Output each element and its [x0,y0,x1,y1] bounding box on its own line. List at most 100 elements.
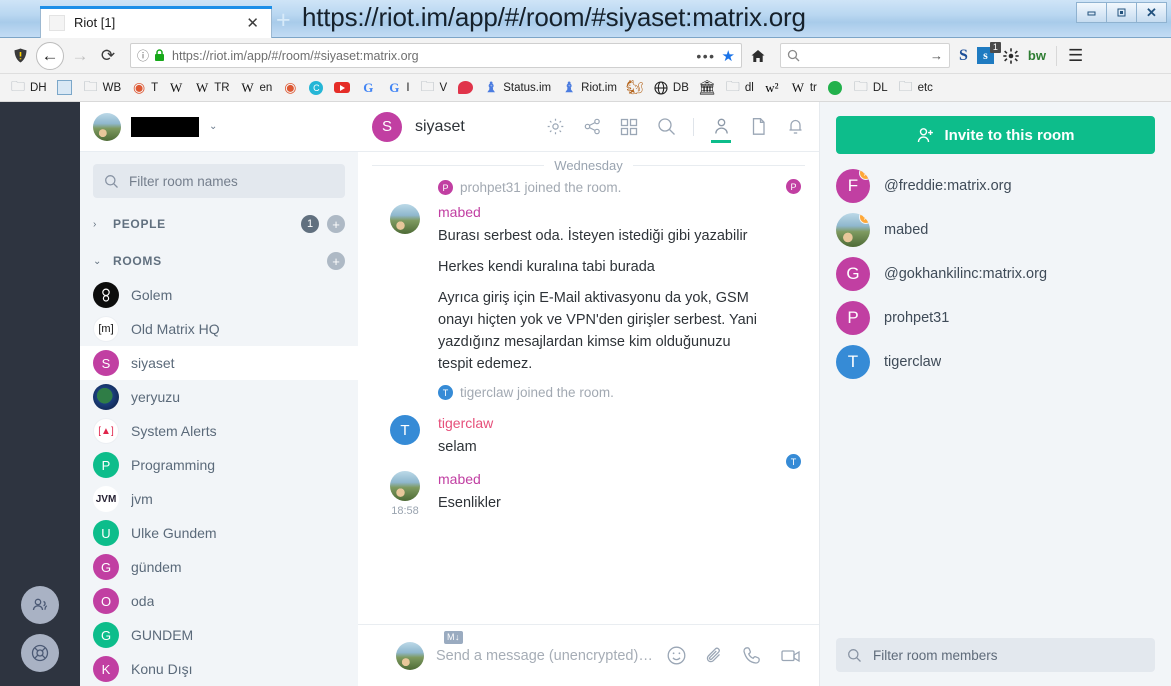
sidebar-item-programming[interactable]: P Programming [80,448,358,482]
sidebar-section-people[interactable]: › PEOPLE 1 + [80,204,358,241]
attachment-icon[interactable] [704,645,725,666]
user-menu[interactable]: ⌄ [80,102,358,152]
sidebar-item-old-matrix-hq[interactable]: [m] Old Matrix HQ [80,312,358,346]
bookmark-item[interactable]: 🗀 V [416,78,452,98]
bookmark-item[interactable]: W TR [190,78,233,98]
room-filter-input[interactable]: Filter room names [93,164,345,198]
sidebar-item-system-alerts[interactable]: [▲] System Alerts [80,414,358,448]
sidebar-item-konu-disi[interactable]: K Konu Dışı [80,652,358,686]
bookmark-item[interactable]: 🐿 [623,78,647,98]
sidebar-item-jvm[interactable]: JVM jvm [80,482,358,516]
tab-close-icon[interactable]: ✕ [242,14,263,32]
page-actions-button[interactable]: ••• [690,48,721,64]
bookmark-item[interactable]: W [164,78,188,98]
close-button[interactable]: ✕ [1136,2,1167,23]
new-tab-button[interactable]: + [276,8,291,33]
bookmark-item[interactable]: 🏛 [695,78,719,98]
bookmark-item[interactable]: ◉ T [127,78,162,98]
sidebar-item-ulke-gundem[interactable]: U Ulke Gundem [80,516,358,550]
sidebar-item-gundem-lower[interactable]: G gündem [80,550,358,584]
bookmark-item[interactable]: 🗀 DL [849,78,892,98]
message-input-placeholder[interactable]: Send a message (unencrypted)… [436,648,654,664]
add-room-button[interactable]: + [327,252,345,270]
search-submit-icon[interactable]: → [930,48,943,63]
bookmark-item[interactable]: G [356,78,380,98]
member-list-item[interactable]: T tigerclaw [836,340,1155,384]
forward-button[interactable]: → [66,42,94,70]
member-filter-input[interactable]: Filter room members [836,638,1155,672]
sender-avatar[interactable] [390,471,420,501]
maximize-button[interactable] [1106,2,1137,23]
rooms-scroll-area[interactable]: Golem [m] Old Matrix HQ S siyaset yeryuz… [80,278,358,686]
room-avatar[interactable]: S [372,111,402,142]
back-button[interactable]: ← [36,41,64,70]
sidebar-item-oda[interactable]: O oda [80,584,358,618]
search-icon[interactable] [656,117,676,137]
member-list-item[interactable]: P prohpet31 [836,296,1155,340]
member-list-item[interactable]: F ★ @freddie:matrix.org [836,164,1155,208]
bookmark-item[interactable] [330,78,354,98]
bookmark-item[interactable] [453,78,477,98]
sender-avatar[interactable] [390,204,420,234]
chevron-right-icon[interactable]: › [93,219,105,230]
bookmark-star-icon[interactable]: ★ [722,47,735,65]
video-call-icon[interactable] [780,645,803,666]
skype-badge-extension-icon[interactable]: s 1 [976,42,1001,64]
browser-tab-riot[interactable]: Riot [1] ✕ [40,6,272,38]
bookmark-item[interactable]: DB [649,78,693,98]
read-receipt-avatar[interactable]: P [786,179,801,194]
bookmark-item[interactable]: ◉ [278,78,302,98]
files-icon[interactable] [748,117,768,137]
gear-icon[interactable] [1003,47,1019,64]
group-people-button[interactable] [21,586,59,624]
group-settings-button[interactable] [21,634,59,672]
reload-button[interactable]: ⟳ [94,42,122,70]
sidebar-section-rooms[interactable]: ⌄ ROOMS + [80,241,358,278]
bookmark-item[interactable]: w² [760,78,784,98]
apps-icon[interactable] [619,117,639,137]
sidebar-item-siyaset[interactable]: S siyaset [80,346,358,380]
invite-to-room-button[interactable]: Invite to this room [836,116,1155,154]
message-timeline[interactable]: Wednesday P prohpet31 joined the room. P [358,152,819,624]
bookmark-item[interactable]: C [304,78,328,98]
member-list[interactable]: F ★ @freddie:matrix.org ★ mabed G @gokhan… [820,154,1171,638]
member-list-item[interactable]: ★ mabed [836,208,1155,252]
bookmark-item[interactable]: ♝ Riot.im [557,78,621,98]
minimize-button[interactable] [1076,2,1107,23]
chevron-down-icon[interactable]: ⌄ [209,121,217,132]
emoji-icon[interactable] [666,645,687,666]
home-icon[interactable] [750,48,772,64]
sender-avatar[interactable]: T [390,415,420,445]
sender-name[interactable]: mabed [438,204,757,220]
bookmark-item[interactable]: ♝ Status.im [479,78,555,98]
member-list-item[interactable]: G @gokhankilinc:matrix.org [836,252,1155,296]
sender-name[interactable]: mabed [438,471,757,487]
address-bar[interactable]: ⓘ https://riot.im/app/#/room/#siyaset:ma… [130,43,742,68]
search-bar[interactable]: → [780,43,950,68]
bookmark-item[interactable]: GI [382,78,413,98]
sender-name[interactable]: tigerclaw [438,415,757,431]
bookmark-item[interactable]: 🗀 dl [721,78,758,98]
bitwarden-extension-icon[interactable]: bw [1028,48,1046,63]
sidebar-item-yeryuzu[interactable]: yeryuzu [80,380,358,414]
bookmark-item[interactable]: Wtr [786,78,821,98]
settings-icon[interactable] [545,117,565,137]
bookmark-item[interactable]: Wen [236,78,277,98]
browser-menu-button[interactable]: ☰ [1055,45,1083,66]
bookmark-item[interactable] [823,78,847,98]
notifications-icon[interactable] [785,117,805,137]
share-icon[interactable] [582,117,602,137]
sidebar-item-gundem-upper[interactable]: G GUNDEM [80,618,358,652]
bookmark-item[interactable] [53,78,77,98]
sidebar-item-golem[interactable]: Golem [80,278,358,312]
add-person-button[interactable]: + [327,215,345,233]
bookmark-item[interactable]: 🗀 etc [894,78,937,98]
message-composer[interactable]: M↓ Send a message (unencrypted)… [358,624,819,686]
markdown-badge[interactable]: M↓ [444,631,463,644]
members-icon[interactable] [711,117,731,143]
bookmark-item[interactable]: 🗀 WB [79,78,126,98]
page-info-icon[interactable]: ⓘ [137,47,149,64]
bookmark-item[interactable]: 🗀 DH [6,78,51,98]
skype-extension-icon[interactable]: S [959,47,968,65]
chevron-down-icon[interactable]: ⌄ [93,256,105,267]
